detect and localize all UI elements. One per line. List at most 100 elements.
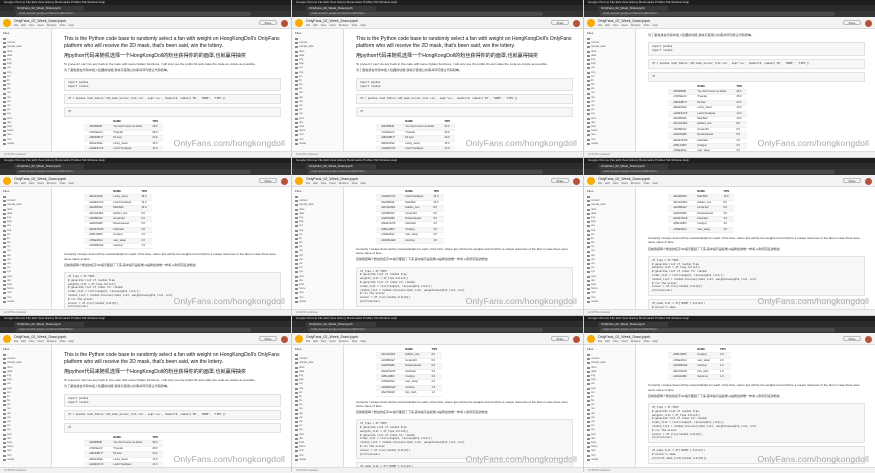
menu-item[interactable]: File: [14, 24, 18, 27]
notebook-title[interactable]: OnlyFans_02_Week_Draw.ipynb: [306, 19, 358, 23]
menu-item[interactable]: View: [613, 24, 619, 27]
url-field[interactable]: colab.research.google.com/drive/1xQ8mK3p…: [308, 328, 543, 332]
menu-item[interactable]: Edit: [21, 24, 25, 27]
menu-item[interactable]: Insert: [329, 24, 336, 27]
menu-item[interactable]: Help: [68, 182, 73, 185]
notebook-title[interactable]: OnlyFans_02_Week_Draw.ipynb: [598, 19, 650, 23]
avatar[interactable]: [865, 19, 872, 27]
menu-item[interactable]: File: [14, 182, 18, 185]
share-button[interactable]: Share: [843, 178, 861, 183]
share-button[interactable]: Share: [551, 336, 569, 341]
menu-item[interactable]: File: [306, 24, 310, 27]
menu-item[interactable]: File: [306, 182, 310, 185]
file-item[interactable]: media: [295, 458, 341, 462]
menu-item[interactable]: View: [321, 182, 327, 185]
read-cell[interactable]: df = pandas.read_table('/2D_mask_winner_…: [356, 94, 573, 105]
df-cell[interactable]: df: [648, 71, 865, 82]
url-field[interactable]: colab.research.google.com/drive/1xQ8mK3p…: [16, 12, 251, 16]
menu-item[interactable]: Tools: [351, 24, 357, 27]
share-button[interactable]: Share: [843, 20, 861, 25]
menu-item[interactable]: Edit: [21, 182, 25, 185]
menu-item[interactable]: View: [321, 24, 327, 27]
imports-cell[interactable]: import pandas import random: [64, 77, 281, 92]
menu-item[interactable]: Insert: [621, 340, 628, 343]
url-field[interactable]: colab.research.google.com/drive/1xQ8mK3p…: [600, 170, 835, 174]
menu-item[interactable]: Help: [652, 24, 657, 27]
menu-item[interactable]: Tools: [643, 340, 649, 343]
menu-item[interactable]: Edit: [21, 340, 25, 343]
menu-item[interactable]: Help: [360, 340, 365, 343]
menu-item[interactable]: File: [598, 24, 602, 27]
url-field[interactable]: colab.research.google.com/drive/1xQ8mK3p…: [308, 170, 543, 174]
menu-item[interactable]: Insert: [329, 340, 336, 343]
notebook-title[interactable]: OnlyFans_02_Week_Draw.ipynb: [598, 335, 650, 339]
menu-item[interactable]: Tools: [59, 182, 65, 185]
share-button[interactable]: Share: [551, 178, 569, 183]
file-item[interactable]: media: [3, 458, 49, 462]
menu-item[interactable]: Tools: [643, 24, 649, 27]
menu-item[interactable]: Tools: [59, 340, 65, 343]
menu-item[interactable]: Runtime: [47, 24, 57, 27]
menu-item[interactable]: Insert: [37, 24, 44, 27]
imports-cell[interactable]: import pandas import random: [648, 42, 865, 56]
avatar[interactable]: [281, 19, 288, 27]
avatar[interactable]: [573, 177, 580, 185]
read-cell[interactable]: df = pandas.read_table('/2D_mask_winner_…: [64, 410, 281, 421]
menu-item[interactable]: File: [598, 340, 602, 343]
df-cell[interactable]: df: [64, 107, 281, 117]
avatar[interactable]: [281, 177, 288, 185]
menu-item[interactable]: Help: [360, 24, 365, 27]
file-item[interactable]: media: [295, 142, 341, 146]
df-cell[interactable]: df: [64, 423, 281, 433]
url-field[interactable]: colab.research.google.com/drive/1xQ8mK3p…: [308, 12, 543, 16]
menu-item[interactable]: Runtime: [339, 24, 349, 27]
avatar[interactable]: [865, 335, 872, 343]
menu-item[interactable]: Edit: [313, 24, 317, 27]
menu-item[interactable]: Help: [68, 340, 73, 343]
menu-item[interactable]: Runtime: [631, 24, 641, 27]
avatar[interactable]: [281, 335, 288, 343]
menu-item[interactable]: Runtime: [339, 340, 349, 343]
avatar[interactable]: [573, 19, 580, 27]
menu-item[interactable]: View: [321, 340, 327, 343]
menu-item[interactable]: Tools: [643, 182, 649, 185]
file-item[interactable]: media: [587, 142, 633, 146]
menu-item[interactable]: Insert: [621, 24, 628, 27]
menu-item[interactable]: Tools: [351, 182, 357, 185]
menu-item[interactable]: Edit: [605, 182, 609, 185]
draw-cell[interactable]: df_tips = df.TIPS # generate list of rand…: [648, 403, 865, 444]
avatar[interactable]: [573, 335, 580, 343]
menu-item[interactable]: Runtime: [339, 182, 349, 185]
menu-item[interactable]: Insert: [37, 340, 44, 343]
notebook-title[interactable]: OnlyFans_02_Week_Draw.ipynb: [598, 177, 650, 181]
draw-cell[interactable]: df_tips = df.TIPS # generate list of rand…: [648, 255, 865, 297]
menu-item[interactable]: Runtime: [631, 340, 641, 343]
url-field[interactable]: colab.research.google.com/drive/1xQ8mK3p…: [16, 328, 251, 332]
menu-item[interactable]: Edit: [313, 340, 317, 343]
share-button[interactable]: Share: [843, 336, 861, 341]
menu-item[interactable]: File: [306, 340, 310, 343]
menu-item[interactable]: Insert: [621, 182, 628, 185]
menu-item[interactable]: Help: [652, 340, 657, 343]
menu-item[interactable]: Help: [652, 182, 657, 185]
notebook-title[interactable]: OnlyFans_02_Week_Draw.ipynb: [14, 335, 66, 339]
read-cell[interactable]: df = pandas.read_table('/2D_mask_winner_…: [64, 94, 281, 105]
share-button[interactable]: Share: [259, 20, 277, 25]
notebook-title[interactable]: OnlyFans_02_Week_Draw.ipynb: [306, 177, 358, 181]
menu-item[interactable]: View: [29, 340, 35, 343]
imports-cell[interactable]: import pandas import random: [64, 393, 281, 408]
url-field[interactable]: colab.research.google.com/drive/1xQ8mK3p…: [600, 328, 835, 332]
share-button[interactable]: Share: [259, 336, 277, 341]
menu-item[interactable]: Tools: [351, 340, 357, 343]
menu-item[interactable]: Runtime: [47, 182, 57, 185]
menu-item[interactable]: Help: [360, 182, 365, 185]
menu-item[interactable]: View: [29, 182, 35, 185]
menu-item[interactable]: Insert: [329, 182, 336, 185]
imports-cell[interactable]: import pandas import random: [356, 77, 573, 92]
read-cell[interactable]: df = pandas.read_table('/2D_mask_winner_…: [648, 59, 865, 69]
menu-item[interactable]: Runtime: [47, 340, 57, 343]
notebook-title[interactable]: OnlyFans_02_Week_Draw.ipynb: [14, 19, 66, 23]
share-button[interactable]: Share: [551, 20, 569, 25]
notebook-title[interactable]: OnlyFans_02_Week_Draw.ipynb: [14, 177, 66, 181]
menu-item[interactable]: File: [14, 340, 18, 343]
